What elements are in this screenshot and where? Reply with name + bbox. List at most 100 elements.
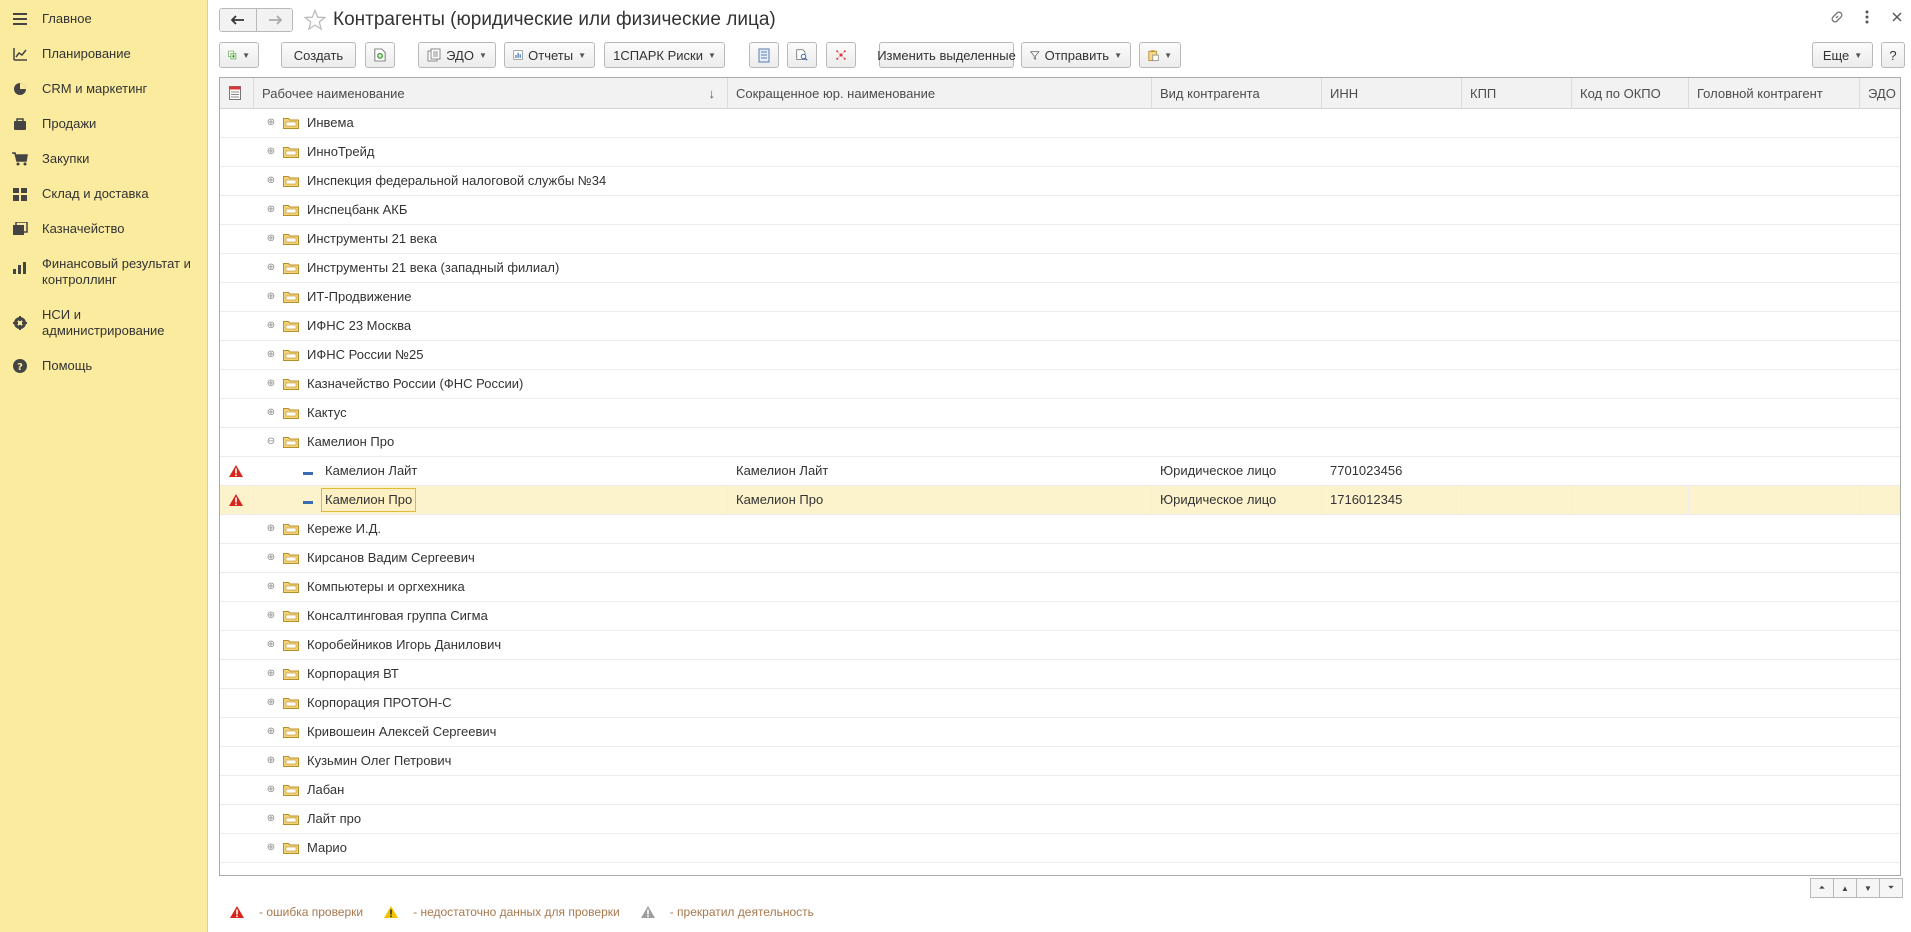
forward-button[interactable]: [256, 9, 292, 31]
expand-icon[interactable]: ⊕: [266, 379, 276, 389]
expand-icon[interactable]: ⊕: [266, 785, 276, 795]
window-controls: [1829, 9, 1905, 25]
table-row[interactable]: ⊕ Инструменты 21 века: [220, 225, 1900, 254]
table-row[interactable]: ⊕ Марио: [220, 834, 1900, 863]
favorite-star-button[interactable]: [303, 8, 327, 32]
expand-icon[interactable]: ⊕: [266, 756, 276, 766]
collapse-icon[interactable]: ⊖: [266, 437, 276, 447]
table-row[interactable]: ⊕ Инспекция федеральной налоговой службы …: [220, 167, 1900, 196]
edo-button[interactable]: ЭДО ▼: [418, 42, 496, 68]
expand-icon[interactable]: ⊕: [266, 147, 276, 157]
sidebar-item-sales[interactable]: Продажи: [0, 116, 207, 132]
table-row[interactable]: ⊕ Лабан: [220, 776, 1900, 805]
table-row[interactable]: ⊕ ИФНС России №25: [220, 341, 1900, 370]
sidebar-item-help[interactable]: ? Помощь: [0, 358, 207, 374]
sidebar-item-warehouse[interactable]: Склад и доставка: [0, 186, 207, 202]
table-row[interactable]: ⊕ Кереже И.Д.: [220, 515, 1900, 544]
column-header-kind[interactable]: Вид контрагента: [1152, 78, 1322, 109]
column-header-short-name[interactable]: Сокращенное юр. наименование: [728, 78, 1152, 109]
spark-risks-button[interactable]: 1СПАРК Риски ▼: [604, 42, 725, 68]
expand-icon[interactable]: ⊕: [266, 524, 276, 534]
table-row[interactable]: Камелион Лайт Камелион Лайт Юридическое ли…: [220, 457, 1900, 486]
column-header-marker[interactable]: [220, 78, 254, 109]
table-row[interactable]: ⊕ ИнноТрейд: [220, 138, 1900, 167]
table-row[interactable]: ⊕ Инвема: [220, 109, 1900, 138]
column-header-edo[interactable]: ЭДО: [1860, 78, 1900, 109]
table-cell: [1322, 834, 1462, 863]
more-button[interactable]: Еще ▼: [1812, 42, 1873, 68]
change-selected-button[interactable]: Изменить выделенные: [877, 42, 1016, 68]
table-row[interactable]: ⊖ Камелион Про: [220, 428, 1900, 457]
table-row[interactable]: ⊕ Лайт про: [220, 805, 1900, 834]
expand-icon[interactable]: ⊕: [266, 118, 276, 128]
sidebar-item-finance[interactable]: Финансовый результат и контроллинг: [0, 256, 207, 288]
expand-icon[interactable]: ⊕: [266, 292, 276, 302]
expand-icon[interactable]: ⊕: [266, 727, 276, 737]
create-by-copy-button[interactable]: ▼: [219, 42, 259, 68]
table-row[interactable]: ⊕ Кирсанов Вадим Сергеевич: [220, 544, 1900, 573]
table-row[interactable]: ⊕ Кривошеин Алексей Сергеевич: [220, 718, 1900, 747]
print-button[interactable]: ▼: [1139, 42, 1181, 68]
sidebar-item-treasury[interactable]: Казначейство: [0, 221, 207, 237]
more-vertical-icon[interactable]: [1859, 9, 1875, 25]
reports-button[interactable]: Отчеты ▼: [504, 42, 595, 68]
column-header-name[interactable]: Рабочее наименование ↓: [254, 78, 728, 109]
sidebar-item-admin[interactable]: НСИ и администрирование: [0, 307, 207, 339]
scroll-top-icon[interactable]: ⏶: [1810, 878, 1834, 898]
column-header-kpp[interactable]: КПП: [1462, 78, 1572, 109]
sidebar-item-crm[interactable]: CRM и маркетинг: [0, 81, 207, 97]
sidebar-item-purchases[interactable]: Закупки: [0, 151, 207, 167]
expand-icon[interactable]: ⊕: [266, 698, 276, 708]
column-header-inn[interactable]: ИНН: [1322, 78, 1462, 109]
column-header-okpo[interactable]: Код по ОКПО: [1572, 78, 1689, 109]
expand-icon[interactable]: ⊕: [266, 553, 276, 563]
create-button[interactable]: Создать: [281, 42, 356, 68]
expand-icon[interactable]: ⊕: [266, 814, 276, 824]
expand-icon[interactable]: ⊕: [266, 408, 276, 418]
expand-icon[interactable]: ⊕: [266, 234, 276, 244]
table-row[interactable]: ⊕ Корпорация ПРОТОН-С: [220, 689, 1900, 718]
sidebar-item-planning[interactable]: Планирование: [0, 46, 207, 62]
link-icon[interactable]: [1829, 9, 1845, 25]
back-button[interactable]: [220, 9, 256, 31]
structure-button[interactable]: [826, 42, 856, 68]
table-row[interactable]: ⊕ Инспецбанк АКБ: [220, 196, 1900, 225]
table-row[interactable]: ⊕ Коробейников Игорь Данилович: [220, 631, 1900, 660]
create-copy-button[interactable]: [365, 42, 395, 68]
close-icon[interactable]: [1889, 9, 1905, 25]
table-row[interactable]: Камелион Про Камелион Про Юридическое лицо…: [220, 486, 1900, 515]
scroll-down-icon[interactable]: ▼: [1856, 878, 1880, 898]
table-row[interactable]: ⊕ ИТ-Продвижение: [220, 283, 1900, 312]
expand-icon[interactable]: ⊕: [266, 611, 276, 621]
help-button[interactable]: ?: [1881, 42, 1905, 68]
expand-icon[interactable]: ⊕: [266, 321, 276, 331]
expand-icon[interactable]: ⊕: [266, 350, 276, 360]
expand-icon[interactable]: ⊕: [266, 669, 276, 679]
scroll-up-icon[interactable]: ▲: [1833, 878, 1857, 898]
folder-icon: [283, 813, 299, 825]
table-cell: [728, 312, 1152, 341]
expand-icon[interactable]: ⊕: [266, 263, 276, 273]
list-settings-button[interactable]: [749, 42, 779, 68]
table-row[interactable]: ⊕ Корпорация ВТ: [220, 660, 1900, 689]
table-row[interactable]: ⊕ Консалтинговая группа Сигма: [220, 602, 1900, 631]
table-row[interactable]: ⊕ Кузьмин Олег Петрович: [220, 747, 1900, 776]
sidebar-item-main[interactable]: Главное: [0, 11, 207, 27]
expand-icon[interactable]: ⊕: [266, 582, 276, 592]
document-search-button[interactable]: [787, 42, 817, 68]
expand-icon[interactable]: ⊕: [266, 843, 276, 853]
table-row[interactable]: ⊕ Казначейство России (ФНС России): [220, 370, 1900, 399]
expand-icon[interactable]: ⊕: [266, 640, 276, 650]
table-row[interactable]: ⊕ ИФНС 23 Москва: [220, 312, 1900, 341]
expand-icon[interactable]: ⊕: [266, 205, 276, 215]
expand-icon[interactable]: ⊕: [266, 176, 276, 186]
table-cell: [1572, 138, 1689, 167]
send-button[interactable]: Отправить ▼: [1021, 42, 1131, 68]
table-row[interactable]: ⊕ Кактус: [220, 399, 1900, 428]
scroll-bottom-icon[interactable]: ⏷: [1879, 878, 1903, 898]
column-header-parent[interactable]: Головной контрагент: [1689, 78, 1860, 109]
table-row[interactable]: ⊕ Компьютеры и оргхехника: [220, 573, 1900, 602]
folder-icon: [283, 204, 299, 216]
table-row[interactable]: ⊕ Инструменты 21 века (западный филиал): [220, 254, 1900, 283]
sidebar: Главное Планирование CRM и маркетинг Про…: [0, 0, 208, 932]
